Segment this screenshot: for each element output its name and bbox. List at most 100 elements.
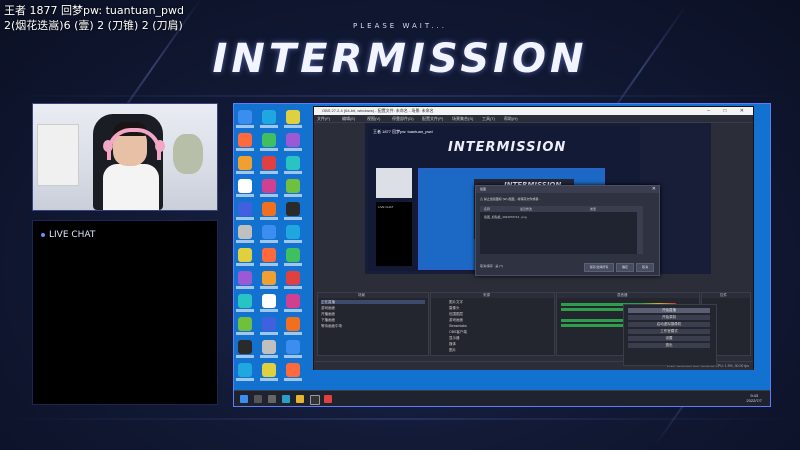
preview-title: INTERMISSION: [448, 140, 567, 155]
desktop-app-icon[interactable]: [286, 363, 300, 377]
preview-chat-label: LIVE CHAT: [378, 205, 394, 209]
desktop-app-icon[interactable]: [262, 248, 276, 262]
desktop-app-icon[interactable]: [238, 248, 252, 262]
save-all-button[interactable]: 保存/选择所有: [584, 263, 614, 272]
menu-profile[interactable]: 配置文件(P): [422, 116, 443, 122]
table-header: 名称 最近修改 类型: [480, 206, 643, 212]
source-item[interactable]: 摄像头: [449, 306, 460, 310]
clock-date: 2022/7/7: [746, 398, 762, 403]
desktop-app-icon[interactable]: [286, 225, 300, 239]
obs-icon[interactable]: [310, 395, 320, 405]
source-item[interactable]: 包围图层: [449, 312, 463, 316]
source-item[interactable]: Streamlabs: [449, 324, 467, 328]
screenshot-dialog[interactable]: 截图 ✕ ⚠ 禁止加载图标 (W) 截图，将保存文件或者... 名称 最近修改 …: [475, 185, 660, 276]
bg-stripe: [0, 418, 800, 420]
col-modified[interactable]: 最近修改: [520, 207, 532, 211]
sources-dock[interactable]: 来源 图片文字 摄像头 包围图层 游戏画面 Streamlabs OBS客户端 …: [430, 292, 555, 356]
col-name[interactable]: 名称: [484, 207, 490, 211]
desktop-app-icon[interactable]: [286, 294, 300, 308]
desktop-app-icon[interactable]: [262, 271, 276, 285]
taskbar-clock[interactable]: 9:43 2022/7/7: [746, 393, 762, 403]
obs-preview[interactable]: 王者 1877 回梦pw: tuantuan_pwd INTERMISSION …: [365, 123, 711, 276]
start-recording-button[interactable]: 开始录制: [628, 315, 710, 320]
browser-icon[interactable]: [324, 395, 332, 403]
menu-file[interactable]: 文件(F): [317, 116, 330, 122]
desktop-app-icon[interactable]: [262, 363, 276, 377]
streamer-body: [103, 164, 159, 210]
close-icon[interactable]: ✕: [652, 186, 656, 192]
scene-item[interactable]: 下播画面: [321, 318, 335, 322]
scene-item[interactable]: 开播画面: [321, 312, 335, 316]
desktop-app-icon[interactable]: [238, 294, 252, 308]
desktop-app-icon[interactable]: [286, 133, 300, 147]
desktop-app-label: [260, 332, 278, 335]
source-item[interactable]: 图片: [449, 348, 456, 352]
desktop-app-icon[interactable]: [262, 133, 276, 147]
desktop-app-icon[interactable]: [286, 202, 300, 216]
source-item[interactable]: 显示器: [449, 336, 460, 340]
desktop-app-icon[interactable]: [262, 340, 276, 354]
scene-item[interactable]: 正在直播: [321, 300, 425, 304]
desktop-app-icon[interactable]: [262, 317, 276, 331]
menu-docks[interactable]: 停靠部件(D): [392, 116, 414, 122]
scenes-dock[interactable]: 场景 正在直播 游戏画面 开播画面 下播画面 等待画面中场: [317, 292, 429, 356]
window-controls[interactable]: ‒ □ ✕: [707, 108, 750, 114]
dialog-scrollbar[interactable]: [637, 212, 643, 254]
desktop-app-icon[interactable]: [238, 271, 252, 285]
taskview-icon[interactable]: [268, 395, 276, 403]
desktop-app-icon[interactable]: [238, 225, 252, 239]
source-item[interactable]: 图片文字: [449, 300, 463, 304]
exit-button[interactable]: 退出: [628, 343, 710, 348]
desktop-app-icon[interactable]: [238, 317, 252, 331]
desktop-app-icon[interactable]: [262, 110, 276, 124]
desktop-app-label: [236, 263, 254, 266]
desktop-app-icon[interactable]: [286, 271, 300, 285]
desktop-app-label: [260, 194, 278, 197]
desktop-app-icon[interactable]: [286, 340, 300, 354]
desktop-app-icon[interactable]: [286, 179, 300, 193]
menu-view[interactable]: 视图(V): [367, 116, 380, 122]
desktop-app-icon[interactable]: [238, 202, 252, 216]
desktop-app-icon[interactable]: [238, 133, 252, 147]
scene-item[interactable]: 等待画面中场: [321, 324, 342, 328]
desktop-app-icon[interactable]: [262, 294, 276, 308]
desktop-app-icon[interactable]: [286, 110, 300, 124]
desktop-app-icon[interactable]: [286, 156, 300, 170]
source-item[interactable]: 游戏画面: [449, 318, 463, 322]
col-type[interactable]: 类型: [590, 207, 596, 211]
chat-header: LIVE CHAT: [41, 230, 95, 240]
menu-edit[interactable]: 编辑(E): [342, 116, 355, 122]
desktop-app-label: [236, 332, 254, 335]
desktop-app-icon[interactable]: [238, 110, 252, 124]
cancel-button[interactable]: 取消: [636, 263, 654, 272]
desktop-app-icon[interactable]: [238, 340, 252, 354]
edge-icon[interactable]: [282, 395, 290, 403]
menu-scene-collection[interactable]: 场景集合(S): [452, 116, 473, 122]
source-item[interactable]: OBS客户端: [449, 330, 467, 334]
studio-mode-button[interactable]: 工作室模式: [628, 329, 710, 334]
desktop-app-icon[interactable]: [262, 179, 276, 193]
desktop-app-icon[interactable]: [238, 156, 252, 170]
desktop-app-icon[interactable]: [262, 156, 276, 170]
desktop-app-icon[interactable]: [238, 179, 252, 193]
search-icon[interactable]: [254, 395, 262, 403]
desktop-app-icon[interactable]: [286, 248, 300, 262]
desktop-app-icon[interactable]: [238, 363, 252, 377]
dialog-file-table: 名称 最近修改 类型 截图_剪贴板_2022070714...png: [480, 206, 643, 254]
menu-tools[interactable]: 工具(T): [482, 116, 495, 122]
table-row[interactable]: 截图_剪贴板_2022070714...png: [480, 214, 643, 219]
source-item[interactable]: 媒体: [449, 342, 456, 346]
settings-button[interactable]: 设置: [628, 336, 710, 341]
scene-item[interactable]: 游戏画面: [321, 306, 335, 310]
menu-help[interactable]: 帮助(H): [504, 116, 518, 122]
start-streaming-button[interactable]: 开始直播: [628, 308, 710, 313]
ok-button[interactable]: 确定: [616, 263, 634, 272]
desktop-app-icon[interactable]: [262, 202, 276, 216]
explorer-icon[interactable]: [296, 395, 304, 403]
obs-titlebar[interactable]: OBS 27.2.4 (64-bit, windows) - 配置文件: 未命名…: [314, 107, 753, 115]
start-virtual-camera-button[interactable]: 启动虚拟摄像机: [628, 322, 710, 327]
preview-overlay-text: 王者 1877 回梦pw: tuantuan_pwd: [373, 129, 433, 134]
desktop-app-icon[interactable]: [286, 317, 300, 331]
desktop-app-icon[interactable]: [262, 225, 276, 239]
start-icon[interactable]: [240, 395, 248, 403]
